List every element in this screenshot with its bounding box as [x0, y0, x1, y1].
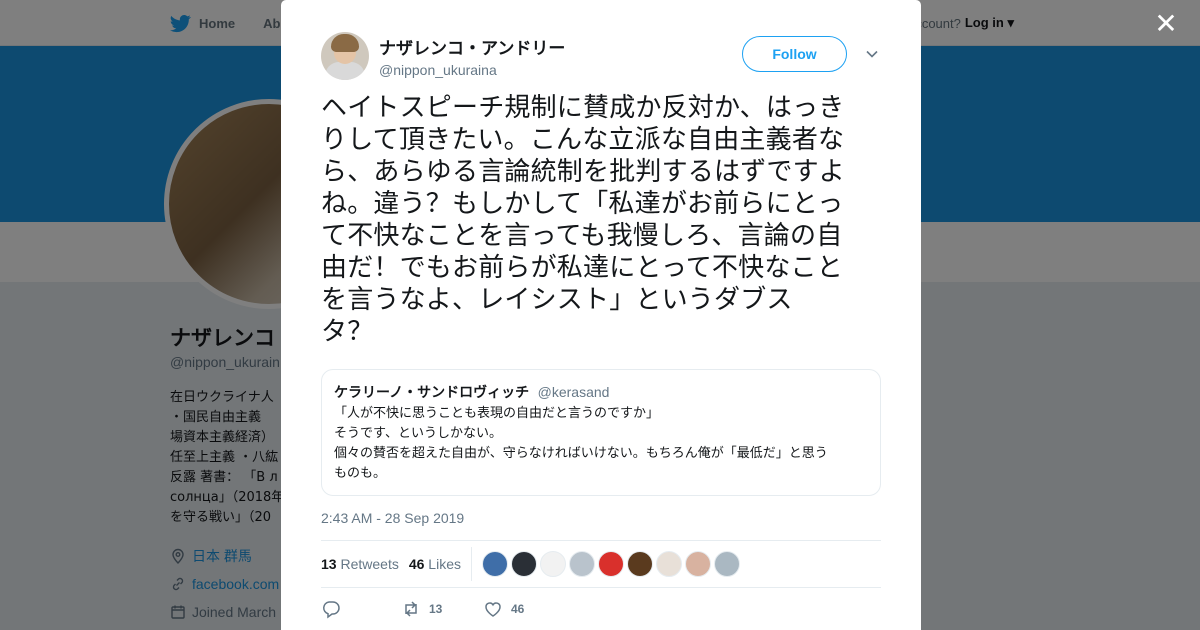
retweets-label: Retweets	[340, 556, 399, 572]
quoted-tweet[interactable]: ケラリーノ・サンドロヴィッチ @kerasand 「人が不快に思うことも表現の自…	[321, 369, 881, 496]
quoted-author-handle: @kerasand	[537, 384, 610, 400]
liker-avatar[interactable]	[684, 551, 711, 577]
liker-avatar[interactable]	[481, 551, 508, 577]
liker-avatar[interactable]	[539, 551, 566, 577]
heart-icon	[485, 602, 501, 617]
liker-avatar[interactable]	[626, 551, 653, 577]
tweet-modal: ナザレンコ・アンドリー @nippon_ukuraina Follow ヘイトス…	[281, 0, 921, 630]
tweet-author-handle[interactable]: @nippon_ukuraina	[379, 62, 565, 78]
tweet-author-avatar[interactable]	[321, 32, 369, 80]
retweet-button[interactable]: 13	[401, 599, 483, 619]
liker-avatar[interactable]	[510, 551, 537, 577]
tweet-stats: 13 Retweets 46 Likes	[321, 540, 881, 588]
follow-button[interactable]: Follow	[742, 36, 847, 72]
tweet-text: ヘイトスピーチ規制に賛成か反対か、はっき りして頂きたい。こんな立派な自由主義者…	[321, 93, 846, 347]
retweets-stat[interactable]: 13 Retweets	[321, 556, 399, 572]
close-icon[interactable]: ✕	[1152, 10, 1180, 38]
retweets-count: 13	[321, 556, 337, 572]
avatar-hair	[331, 34, 359, 52]
retweet-icon	[405, 601, 417, 617]
tweet-actions: 13 46	[321, 596, 563, 622]
stats-divider	[470, 547, 472, 581]
tweet-header: ナザレンコ・アンドリー @nippon_ukuraina	[321, 32, 565, 80]
likes-stat[interactable]: 46 Likes	[409, 556, 461, 572]
retweet-count: 13	[429, 602, 443, 616]
liker-avatar[interactable]	[655, 551, 682, 577]
tweet-author-names: ナザレンコ・アンドリー @nippon_ukuraina	[379, 34, 565, 78]
liker-avatar[interactable]	[597, 551, 624, 577]
reply-button[interactable]	[321, 599, 401, 619]
reply-icon	[322, 601, 340, 619]
tweet-timestamp[interactable]: 2:43 AM - 28 Sep 2019	[321, 510, 464, 526]
liker-avatars	[481, 551, 740, 577]
quoted-tweet-text: 「人が不快に思うことも表現の自由だと言うのですか」 そうです、というしかない。 …	[334, 406, 828, 481]
like-count: 46	[511, 602, 525, 616]
quoted-author-name: ケラリーノ・サンドロヴィッチ	[334, 385, 530, 401]
chevron-down-icon[interactable]	[865, 47, 879, 61]
likes-label: Likes	[428, 556, 461, 572]
avatar-shirt	[325, 62, 365, 80]
like-button[interactable]: 46	[483, 599, 563, 619]
liker-avatar[interactable]	[713, 551, 740, 577]
liker-avatar[interactable]	[568, 551, 595, 577]
tweet-author-name[interactable]: ナザレンコ・アンドリー	[379, 34, 565, 59]
likes-count: 46	[408, 556, 425, 572]
quoted-tweet-header: ケラリーノ・サンドロヴィッチ @kerasand	[334, 382, 868, 402]
